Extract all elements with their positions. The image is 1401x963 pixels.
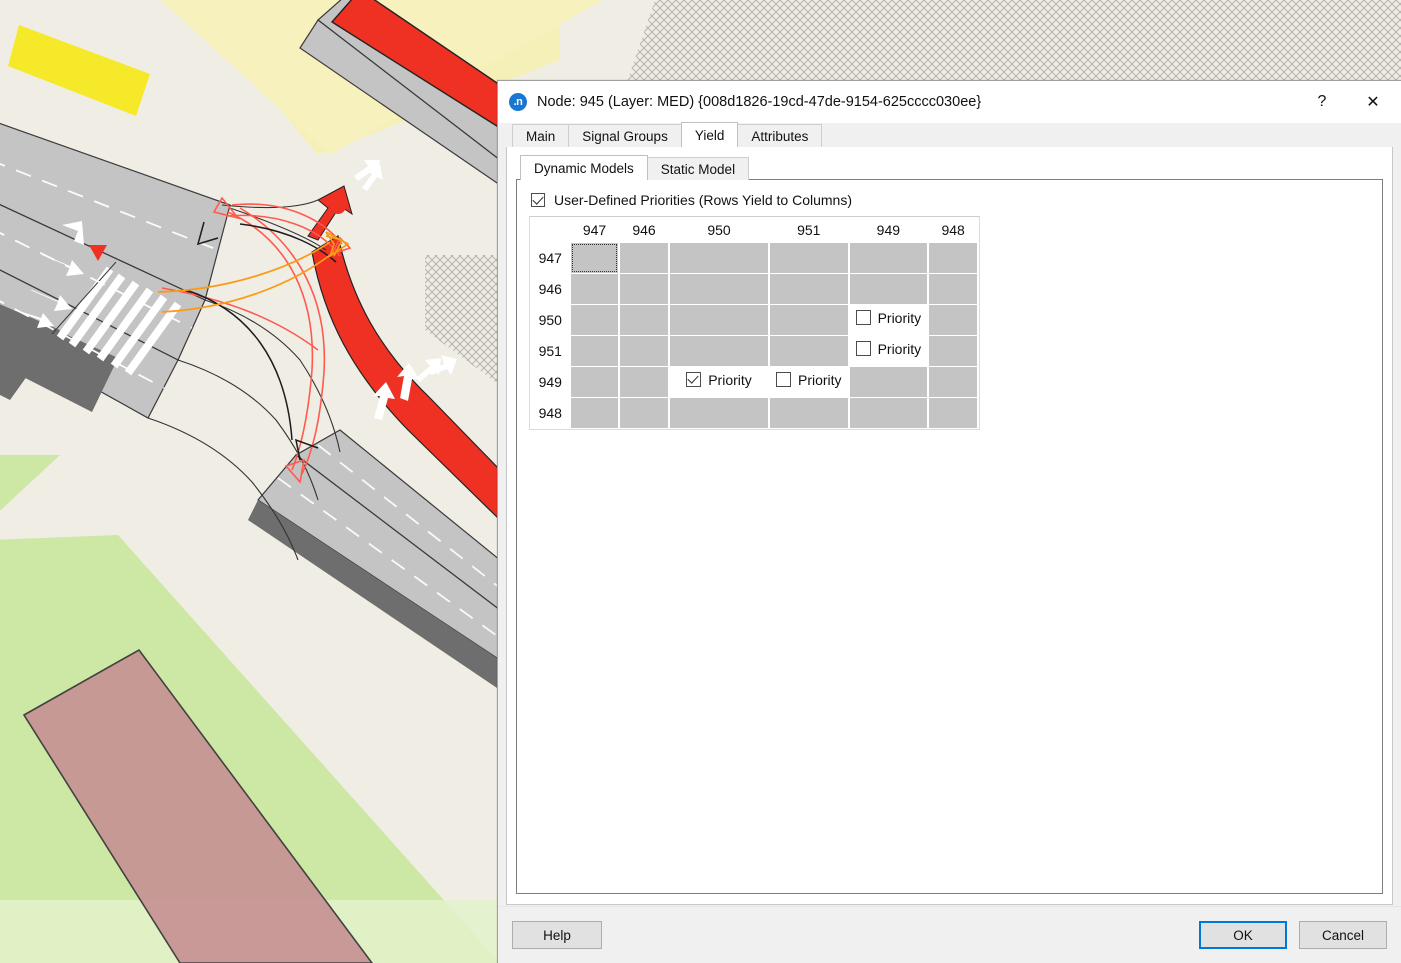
col-header-947[interactable]: 947 <box>571 217 620 243</box>
signal-head-dot <box>330 198 346 214</box>
cell-949-946[interactable] <box>619 367 669 398</box>
priority-label: Priority <box>878 341 922 357</box>
priority-label: Priority <box>798 372 842 388</box>
cell-948-946[interactable] <box>619 398 669 429</box>
user-defined-priorities-label: User-Defined Priorities (Rows Yield to C… <box>554 192 852 208</box>
app-node-icon: .n <box>509 93 527 111</box>
main-tab-strip: Main Signal Groups Yield Attributes <box>498 123 1401 147</box>
col-header-948[interactable]: 948 <box>928 217 978 243</box>
cell-946-951[interactable] <box>769 274 849 305</box>
priority-control: Priority <box>850 310 928 326</box>
cell-950-951[interactable] <box>769 305 849 336</box>
cell-946-946[interactable] <box>619 274 669 305</box>
grid-corner-cell <box>530 217 571 243</box>
dialog-titlebar[interactable]: .n Node: 945 (Layer: MED) {008d1826-19cd… <box>498 81 1401 123</box>
cancel-button[interactable]: Cancel <box>1299 921 1387 949</box>
yield-sub-tab-strip: Dynamic Models Static Model <box>507 147 1392 180</box>
table-row: 948 <box>530 398 978 429</box>
cell-948-947[interactable] <box>571 398 620 429</box>
titlebar-buttons: ? ✕ <box>1299 81 1401 123</box>
help-icon-button[interactable]: ? <box>1299 81 1345 123</box>
table-row: 946 <box>530 274 978 305</box>
cell-948-949[interactable] <box>849 398 929 429</box>
cell-947-949[interactable] <box>849 243 929 274</box>
table-row: 947 <box>530 243 978 274</box>
cell-950-946[interactable] <box>619 305 669 336</box>
cell-946-948[interactable] <box>928 274 978 305</box>
cell-946-947[interactable] <box>571 274 620 305</box>
ok-button[interactable]: OK <box>1199 921 1287 949</box>
cell-947-947[interactable] <box>571 243 620 274</box>
cell-950-947[interactable] <box>571 305 620 336</box>
user-defined-priorities-checkbox[interactable] <box>531 193 545 207</box>
priority-grid-container: 947 946 950 951 949 948 947 <box>529 216 980 430</box>
cell-950-949[interactable]: Priority <box>849 305 929 336</box>
priority-checkbox-949-951[interactable] <box>776 372 791 387</box>
user-defined-priorities-row[interactable]: User-Defined Priorities (Rows Yield to C… <box>531 192 1370 208</box>
tab-signal-groups[interactable]: Signal Groups <box>568 124 682 147</box>
cell-947-948[interactable] <box>928 243 978 274</box>
priority-checkbox-950-949[interactable] <box>856 310 871 325</box>
tab-yield[interactable]: Yield <box>681 122 739 147</box>
dynamic-models-panel: User-Defined Priorities (Rows Yield to C… <box>516 179 1383 894</box>
priority-label: Priority <box>708 372 752 388</box>
cell-951-949[interactable]: Priority <box>849 336 929 367</box>
table-row: 950 Priority <box>530 305 978 336</box>
yield-tab-panel: Dynamic Models Static Model User-Defined… <box>506 146 1393 905</box>
row-header-946[interactable]: 946 <box>530 274 571 305</box>
subtab-static-model[interactable]: Static Model <box>647 157 749 180</box>
dialog-title: Node: 945 (Layer: MED) {008d1826-19cd-47… <box>537 94 981 110</box>
priority-checkbox-949-950[interactable] <box>686 372 701 387</box>
row-header-949[interactable]: 949 <box>530 367 571 398</box>
cell-950-950[interactable] <box>669 305 769 336</box>
cell-946-949[interactable] <box>849 274 929 305</box>
close-icon-button[interactable]: ✕ <box>1345 81 1401 123</box>
table-row: 951 Priority <box>530 336 978 367</box>
cell-948-950[interactable] <box>669 398 769 429</box>
dialog-footer: Help OK Cancel <box>498 906 1401 963</box>
tab-attributes[interactable]: Attributes <box>737 124 822 147</box>
row-header-947[interactable]: 947 <box>530 243 571 274</box>
help-button[interactable]: Help <box>512 921 602 949</box>
cell-949-947[interactable] <box>571 367 620 398</box>
cell-951-950[interactable] <box>669 336 769 367</box>
cell-949-950[interactable]: Priority <box>669 367 769 398</box>
grid-header-row: 947 946 950 951 949 948 <box>530 217 978 243</box>
priority-grid[interactable]: 947 946 950 951 949 948 947 <box>530 217 979 429</box>
priority-checkbox-951-949[interactable] <box>856 341 871 356</box>
cell-947-950[interactable] <box>669 243 769 274</box>
cell-951-951[interactable] <box>769 336 849 367</box>
row-header-951[interactable]: 951 <box>530 336 571 367</box>
cell-947-946[interactable] <box>619 243 669 274</box>
cell-948-951[interactable] <box>769 398 849 429</box>
row-header-950[interactable]: 950 <box>530 305 571 336</box>
subtab-dynamic-models[interactable]: Dynamic Models <box>520 155 648 180</box>
priority-label: Priority <box>878 310 922 326</box>
cell-951-946[interactable] <box>619 336 669 367</box>
hatch-area-north <box>625 0 1401 88</box>
priority-control: Priority <box>770 372 848 388</box>
cell-949-949[interactable] <box>849 367 929 398</box>
screen: .n Node: 945 (Layer: MED) {008d1826-19cd… <box>0 0 1401 963</box>
col-header-946[interactable]: 946 <box>619 217 669 243</box>
cell-948-948[interactable] <box>928 398 978 429</box>
cell-951-948[interactable] <box>928 336 978 367</box>
priority-control: Priority <box>850 341 928 357</box>
cell-949-948[interactable] <box>928 367 978 398</box>
col-header-949[interactable]: 949 <box>849 217 929 243</box>
row-header-948[interactable]: 948 <box>530 398 571 429</box>
cell-951-947[interactable] <box>571 336 620 367</box>
node-properties-dialog: .n Node: 945 (Layer: MED) {008d1826-19cd… <box>497 80 1401 963</box>
tab-main[interactable]: Main <box>512 124 569 147</box>
cell-949-951[interactable]: Priority <box>769 367 849 398</box>
col-header-951[interactable]: 951 <box>769 217 849 243</box>
cell-947-951[interactable] <box>769 243 849 274</box>
table-row: 949 Priority <box>530 367 978 398</box>
col-header-950[interactable]: 950 <box>669 217 769 243</box>
priority-control: Priority <box>680 372 758 388</box>
cell-946-950[interactable] <box>669 274 769 305</box>
cell-950-948[interactable] <box>928 305 978 336</box>
